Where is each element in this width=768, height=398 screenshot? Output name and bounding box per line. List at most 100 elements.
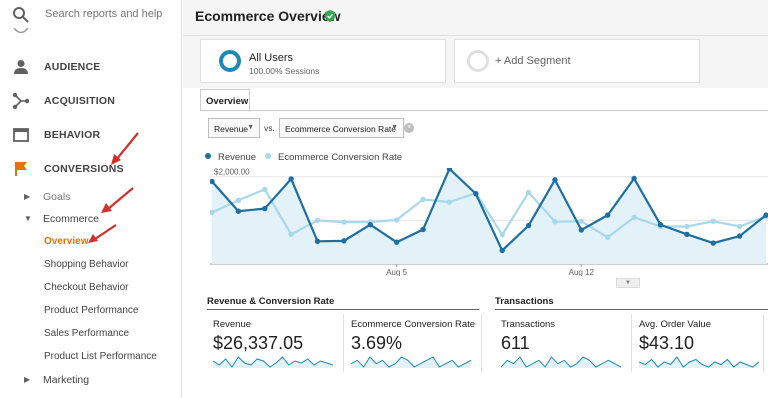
sidebar-item-behavior[interactable]: BEHAVIOR [0,120,181,150]
metric-selector: Revenue ▼ vs. Ecommerce Conversion Rate … [183,118,768,140]
conversion-rate-point [235,197,242,203]
revenue-point [710,240,716,246]
section-divider [495,309,768,310]
conversion-rate-point [605,234,611,241]
legend-dot [205,153,211,160]
revenue-point [657,222,664,228]
revenue-point [578,227,585,233]
add-segment-button[interactable]: + Add Segment [454,39,700,83]
sidebar-item-shopping-behavior[interactable]: Shopping Behavior [0,255,181,277]
legend-dot [265,153,271,160]
search-placeholder[interactable]: Search reports and help [45,8,162,20]
legend-item-conversion-rate[interactable]: Ecommerce Conversion Rate [265,152,402,163]
sidebar-item-product-performance[interactable]: Product Performance [0,301,181,323]
flag-icon [15,162,27,176]
sidebar-item-sales-performance[interactable]: Sales Performance [0,324,181,346]
sidebar-item-label: Goals [43,191,71,203]
sparkline [639,356,759,368]
kpi-transactions[interactable]: Transactions 611 [495,314,632,372]
revenue-point [736,233,743,239]
legend-label: Revenue [218,152,257,163]
partial-icon [13,28,29,34]
line-chart[interactable]: $2,000.00$1,000.00Aug 5Aug 12 [210,168,768,276]
kpi-revenue[interactable]: Revenue $26,337.05 [207,314,344,372]
conversion-rate-point [314,217,321,224]
metric2-dropdown[interactable]: Ecommerce Conversion Rate ▼ [279,118,404,138]
sidebar-item-acquisition[interactable]: ACQUISITION [0,86,181,116]
kpi-value: 611 [501,333,530,353]
conversion-rate-point [393,217,400,223]
annotation-arrow [111,132,139,165]
acquisition-icon [12,92,30,110]
sidebar-item-conversions[interactable]: CONVERSIONS [0,154,181,184]
conversion-rate-point [288,231,294,238]
kpi-value: $26,337.05 [213,333,304,353]
revenue-point [525,222,532,229]
person-icon [14,60,28,74]
tab-overview[interactable]: Overview [200,89,250,110]
conversion-rate-point [262,186,268,193]
kpi-value: $43.10 [639,333,695,353]
kpi-avg-order-value[interactable]: Avg. Order Value $43.10 [633,314,768,372]
chart-collapse-toggle[interactable]: ▼ [616,278,640,288]
chevron-down-icon: ▼ [391,124,398,131]
sidebar-item-audience[interactable]: AUDIENCE [0,52,181,82]
chart-legend: Revenue Ecommerce Conversion Rate [205,152,505,166]
metric1-dropdown[interactable]: Revenue ▼ [208,118,260,138]
kpi-conversion-rate[interactable]: Ecommerce Conversion Rate 3.69% [345,314,482,372]
conversion-rate-point [710,218,716,224]
segment-all-users[interactable]: All Users 100.00% Sessions [200,39,446,83]
revenue-point [262,205,268,212]
annotation-arrow [88,224,117,243]
segment-bar: All Users 100.00% Sessions + Add Segment [183,36,768,88]
vs-label: vs. [264,123,275,133]
conversion-rate-point [631,214,637,221]
conversion-rate-point [684,223,690,230]
revenue-point [605,212,611,218]
revenue-point [288,176,294,182]
kpi-partial-divider [763,314,768,372]
metric2-label: Ecommerce Conversion Rate [285,124,397,134]
section-title-revenue: Revenue & Conversion Rate [207,296,335,307]
sidebar-item-label: Sales Performance [44,328,130,339]
search-icon[interactable] [12,6,30,24]
sparkline [213,356,333,368]
sidebar: Search reports and help AUDIENCE ACQUISI… [0,0,182,398]
add-segment-label: + Add Segment [495,55,571,67]
x-tick-label: Aug 12 [569,268,595,276]
kpi-label: Revenue [213,319,252,330]
sidebar-item-label: AUDIENCE [44,61,101,73]
conversion-rate-point [525,189,532,196]
sidebar-item-label: Product Performance [44,305,139,316]
revenue-point [314,238,321,245]
segment-circle-icon [467,50,489,72]
caret-down-icon: ▼ [24,214,32,223]
clear-icon[interactable]: × [404,123,414,133]
kpi-label: Ecommerce Conversion Rate [351,319,476,330]
sidebar-item-goals[interactable]: ▶ Goals [0,187,181,209]
sidebar-item-checkout-behavior[interactable]: Checkout Behavior [0,278,181,300]
revenue-point [393,239,400,245]
caret-right-icon: ▶ [24,192,31,201]
revenue-point [473,191,479,197]
sidebar-item-label: Marketing [43,374,90,386]
annotation-arrow [101,187,134,213]
segment-name: All Users [249,52,294,64]
behavior-icon [13,128,29,142]
sidebar-item-label: Shopping Behavior [44,259,129,270]
sparkline [501,356,621,368]
verified-shield-icon [325,10,335,22]
chevron-down-icon: ▼ [247,124,254,131]
revenue-point [499,247,505,254]
revenue-point [631,175,637,182]
sidebar-item-product-list-performance[interactable]: Product List Performance [0,347,181,369]
tab-divider [200,110,768,111]
revenue-point [552,177,558,183]
legend-item-revenue[interactable]: Revenue [205,152,256,163]
revenue-point [367,222,373,228]
sidebar-item-marketing[interactable]: ▶ Marketing [0,370,181,392]
revenue-point [420,226,426,233]
sidebar-item-label: ACQUISITION [44,95,116,107]
revenue-point [341,238,347,244]
conversion-rate-point [578,218,585,224]
